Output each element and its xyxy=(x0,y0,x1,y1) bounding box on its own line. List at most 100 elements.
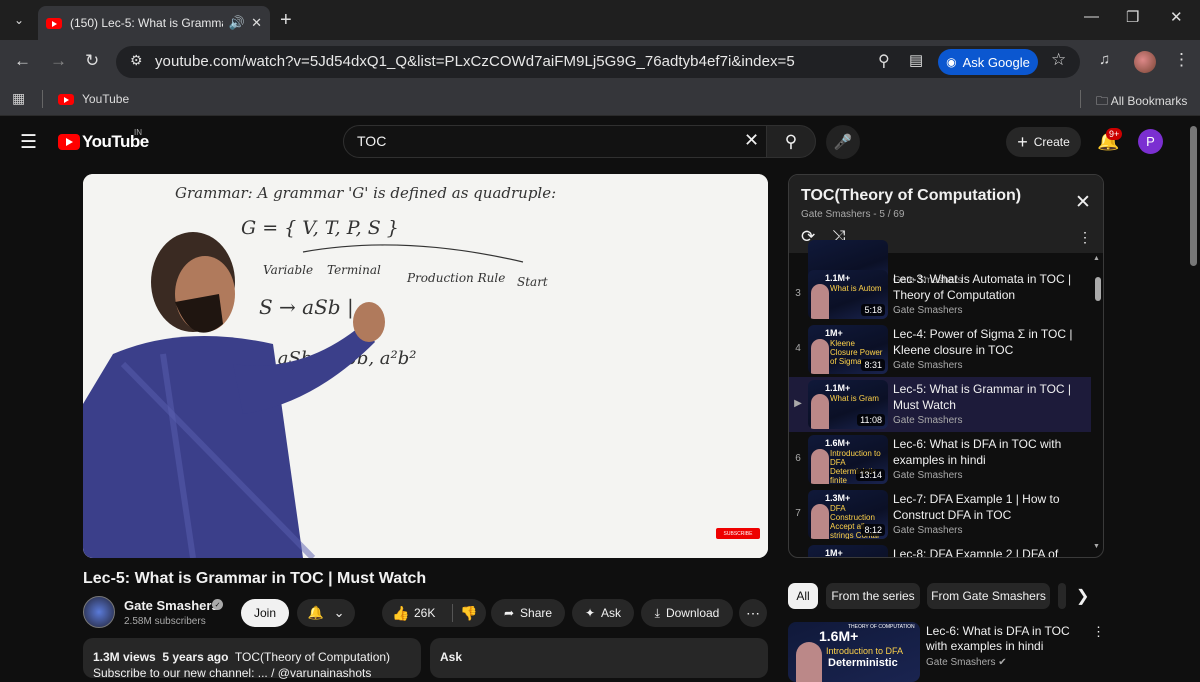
playlist-item-index: 3 xyxy=(795,288,801,299)
playlist-item[interactable]: 7 1.3M+ DFA Construction Accept all stri… xyxy=(789,487,1091,542)
channel-name[interactable]: Gate Smashers xyxy=(124,598,219,613)
playlist-thumbnail: 1.1M+ What is Autom 5:18 xyxy=(808,270,888,319)
recommendation-title[interactable]: Lec-6: What is DFA in TOC with examples … xyxy=(926,624,1086,654)
chip-partial[interactable] xyxy=(1058,583,1066,609)
playlist-item[interactable]: 4 1M+ Kleene Closure Power of Sigma 8:31… xyxy=(789,322,1091,377)
close-icon[interactable]: ✕ xyxy=(1075,191,1091,214)
chip-all[interactable]: All xyxy=(788,583,818,609)
share-label: Share xyxy=(520,606,553,620)
playlist-scrollbar[interactable]: ▲ ▼ xyxy=(1093,253,1103,557)
more-actions-button[interactable]: ⋯ xyxy=(739,599,767,627)
create-button[interactable]: + Create xyxy=(1006,127,1081,157)
chip-from-channel[interactable]: From Gate Smashers xyxy=(927,583,1050,609)
reload-icon[interactable]: ↻ xyxy=(85,51,99,71)
like-divider xyxy=(452,604,453,622)
new-tab-icon[interactable]: + xyxy=(280,9,292,32)
recommendation-thumbnail[interactable]: THEORY OF COMPUTATION 1.6M+ Introduction… xyxy=(788,622,920,682)
whiteboard-line1: Grammar: A grammar 'G' is defined as qua… xyxy=(175,184,556,202)
playlist-item[interactable]: 6 1.6M+ Introduction to DFA Deterministi… xyxy=(789,432,1091,487)
thumb-text: What is Autom xyxy=(830,284,882,293)
window-close-icon[interactable]: ✕ xyxy=(1170,8,1183,26)
ask-google-button[interactable]: ◉ Ask Google xyxy=(938,49,1038,75)
description-line: Subscribe to our new channel: ... / @var… xyxy=(93,666,372,680)
ask-button[interactable]: ✦ Ask xyxy=(572,599,634,627)
youtube-play-icon xyxy=(58,134,80,150)
speaker-icon[interactable]: 🔊 xyxy=(229,15,245,31)
like-count[interactable]: 26K xyxy=(414,606,435,620)
playlist-link[interactable]: TOC(Theory of Computation) xyxy=(235,650,390,664)
scroll-up-icon[interactable]: ▲ xyxy=(1093,255,1100,262)
mic-icon: 🎤 xyxy=(833,134,853,151)
minimize-icon[interactable]: — xyxy=(1084,8,1099,25)
thumb-views: 1M+ xyxy=(825,328,843,338)
restore-icon[interactable]: ❐ xyxy=(1126,8,1139,26)
url-text[interactable]: youtube.com/watch?v=5Jd54dxQ1_Q&list=PLx… xyxy=(155,53,795,70)
chevron-right-icon[interactable]: ❯ xyxy=(1076,586,1089,606)
page-scrollbar[interactable] xyxy=(1188,120,1200,674)
browser-profile-avatar[interactable] xyxy=(1134,51,1156,73)
search-query[interactable]: TOC xyxy=(357,133,386,149)
chevron-down-icon: ⌄ xyxy=(333,605,345,620)
chip-from-series[interactable]: From the series xyxy=(826,583,920,609)
bookmark-star-icon[interactable]: ☆ xyxy=(1051,50,1066,70)
ask-panel[interactable] xyxy=(430,638,768,678)
account-avatar[interactable]: P xyxy=(1138,129,1163,154)
hamburger-menu-icon[interactable]: ☰ xyxy=(20,131,37,154)
channel-avatar[interactable] xyxy=(83,596,115,628)
tab-close-icon[interactable]: ✕ xyxy=(251,15,262,31)
browser-tab-active[interactable]: (150) Lec-5: What is Grammar 🔊 ✕ xyxy=(38,6,270,40)
bookmarks-divider xyxy=(1080,90,1081,108)
dislike-icon[interactable]: 👎 xyxy=(460,605,477,622)
playlist-scrollbar-thumb[interactable] xyxy=(1095,277,1101,301)
duration-badge: 13:14 xyxy=(856,469,885,481)
page-scrollbar-thumb[interactable] xyxy=(1190,126,1197,266)
download-button[interactable]: ⤓ Download xyxy=(641,599,733,627)
bell-icon: 🔔 xyxy=(307,605,324,620)
site-info-icon[interactable]: ⚙ xyxy=(130,52,143,69)
all-bookmarks[interactable]: 🗀 All Bookmarks xyxy=(1096,92,1187,113)
presenter-thumb xyxy=(811,394,829,429)
bookmarks-bar xyxy=(0,84,1200,116)
bookmark-youtube-label: YouTube xyxy=(82,92,130,106)
search-icon: ⚲ xyxy=(784,131,798,151)
playlist-title[interactable]: TOC(Theory of Computation) xyxy=(801,187,1021,205)
playlist-item[interactable]: 1M+ Lec-8: DFA Example 2 | DFA of xyxy=(789,542,1091,557)
thumb-views: 1.1M+ xyxy=(825,383,851,393)
bookmark-youtube[interactable]: YouTube xyxy=(58,92,129,106)
plus-icon: + xyxy=(1017,131,1028,152)
video-player[interactable]: Grammar: A grammar 'G' is defined as qua… xyxy=(83,174,768,558)
scroll-down-icon[interactable]: ▼ xyxy=(1093,543,1100,550)
playlist-item-channel: Gate Smashers xyxy=(893,305,963,316)
playlist-item-channel: Gate Smashers xyxy=(893,525,963,536)
browser-menu-icon[interactable]: ⋮ xyxy=(1173,50,1190,70)
presenter-thumb xyxy=(811,504,829,539)
install-app-icon[interactable]: ▤ xyxy=(909,51,923,69)
like-icon[interactable]: 👍 xyxy=(392,605,409,622)
back-icon[interactable]: ← xyxy=(14,51,31,71)
media-control-icon[interactable]: ♫ xyxy=(1099,51,1110,68)
share-button[interactable]: ➦ Share xyxy=(491,599,565,627)
voice-search-button[interactable]: 🎤 xyxy=(826,125,860,159)
presenter-thumb xyxy=(796,642,822,682)
like-dislike-group: 👍 26K 👎 xyxy=(382,599,486,627)
playlist-thumbnail: 1.3M+ DFA Construction Accept all string… xyxy=(808,490,888,539)
apps-grid-icon[interactable]: ▦ xyxy=(12,90,25,107)
presenter-thumb xyxy=(811,339,829,374)
recommendation-channel[interactable]: Gate Smashers ✔ xyxy=(926,657,1007,668)
forward-icon[interactable]: → xyxy=(50,51,67,71)
clear-search-icon[interactable]: ✕ xyxy=(744,130,759,151)
recommendation-menu-icon[interactable]: ⋮ xyxy=(1092,624,1105,640)
playlist-item-current[interactable]: ▶ 1.1M+ What is Gram 11:08 Lec-5: What i… xyxy=(789,377,1091,432)
search-input[interactable] xyxy=(343,125,767,158)
search-button[interactable]: ⚲ xyxy=(766,125,816,158)
thumb-views: 1.1M+ xyxy=(825,273,851,283)
subscribed-bell-button[interactable]: 🔔 ⌄ xyxy=(297,599,355,627)
subscribe-overlay[interactable]: SUBSCRIBE xyxy=(716,528,760,539)
playlist-item[interactable]: 3 1.1M+ What is Autom 5:18 Lec-3: What i… xyxy=(789,267,1091,322)
thumb-views: 1.6M+ xyxy=(825,438,851,448)
tab-search-icon[interactable]: ⌄ xyxy=(8,9,30,31)
zoom-icon[interactable]: ⚲ xyxy=(878,51,890,71)
whiteboard-start: Start xyxy=(517,275,548,289)
join-button[interactable]: Join xyxy=(241,599,289,627)
playlist-subtitle: Gate Smashers - 5 / 69 xyxy=(801,209,905,220)
